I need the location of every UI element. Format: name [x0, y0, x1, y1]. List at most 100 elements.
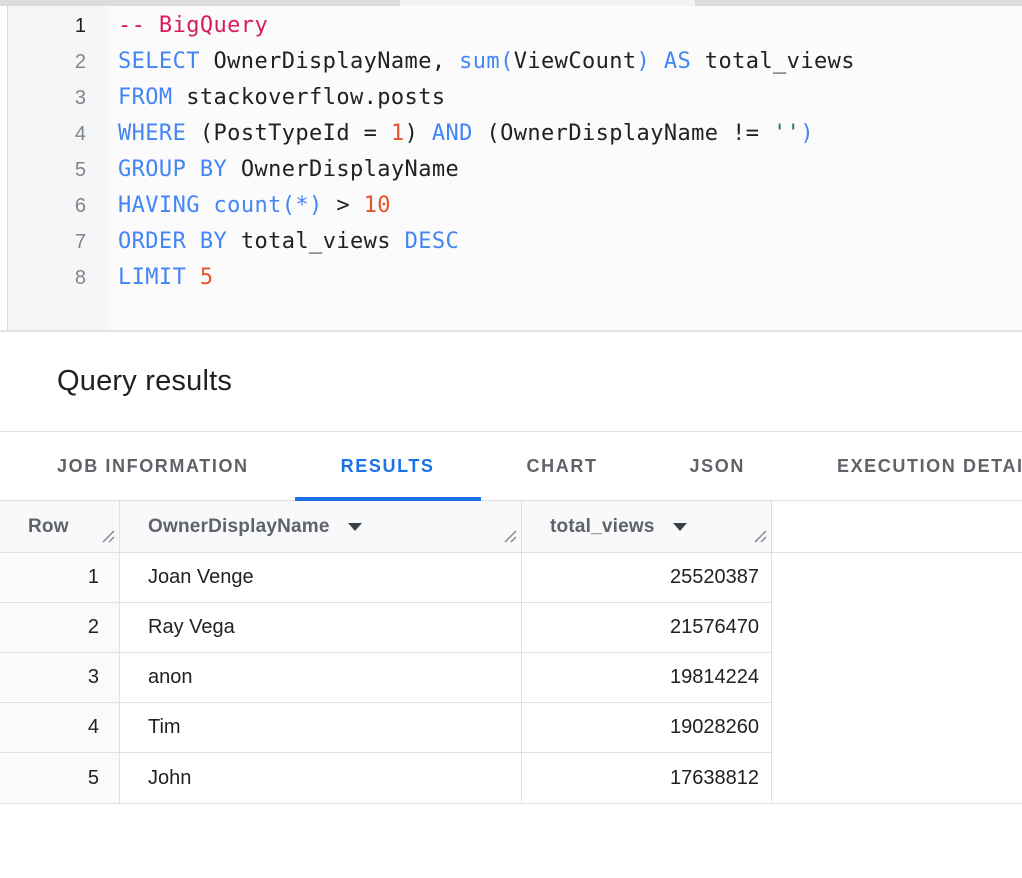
sort-dropdown-icon[interactable]	[673, 523, 687, 531]
editor-left-rail	[0, 6, 8, 330]
code-token: (PostTypeId =	[186, 121, 391, 146]
cell-row-number: 4	[0, 703, 120, 753]
column-header-label: OwnerDisplayName	[148, 516, 330, 538]
code-token: HAVING	[118, 193, 200, 218]
code-token: (OwnerDisplayName !=	[473, 121, 773, 146]
results-table: Row OwnerDisplayName total_views 1Joan Ven…	[0, 501, 1022, 804]
column-header-total_views: total_views	[522, 501, 772, 552]
code-token: LIMIT	[118, 265, 186, 290]
cell-filler	[772, 703, 1022, 753]
code-token: 10	[364, 193, 391, 218]
cell-total-views: 19814224	[522, 653, 772, 703]
code-token: >	[323, 193, 364, 218]
bigquery-panel: 12345678 -- BigQuerySELECT OwnerDisplayN…	[0, 0, 1022, 878]
code-token: AND	[432, 121, 473, 146]
tab-label: CHART	[527, 456, 598, 477]
column-header-ownerdisplayname: OwnerDisplayName	[120, 501, 522, 552]
cell-filler	[772, 553, 1022, 603]
code-token: sum(	[459, 49, 514, 74]
cell-owner-display-name: Tim	[120, 703, 522, 753]
tab-job-information[interactable]: JOB INFORMATION	[11, 432, 295, 500]
cell-row-number: 3	[0, 653, 120, 703]
code-line: ORDER BY total_views DESC	[118, 224, 1022, 260]
column-header-label: Row	[28, 516, 69, 538]
cell-owner-display-name: Joan Venge	[120, 553, 522, 603]
line-number: 6	[8, 188, 86, 224]
code-token: FROM	[118, 85, 173, 110]
code-line: -- BigQuery	[118, 8, 1022, 44]
table-row: 5John17638812	[0, 753, 1022, 803]
tab-results[interactable]: RESULTS	[295, 432, 481, 500]
results-header: Query results	[0, 332, 1022, 432]
cell-owner-display-name: Ray Vega	[120, 603, 522, 653]
code-token: GROUP BY	[118, 157, 227, 182]
cell-filler	[772, 603, 1022, 653]
code-line: WHERE (PostTypeId = 1) AND (OwnerDisplay…	[118, 116, 1022, 152]
line-number: 7	[8, 224, 86, 260]
code-line: GROUP BY OwnerDisplayName	[118, 152, 1022, 188]
code-token: OwnerDisplayName,	[200, 49, 459, 74]
code-token	[200, 193, 214, 218]
line-number: 5	[8, 152, 86, 188]
column-resize-handle-icon[interactable]	[100, 527, 115, 549]
tab-label: JOB INFORMATION	[57, 456, 249, 477]
code-token: )	[405, 121, 432, 146]
cell-owner-display-name: John	[120, 753, 522, 803]
tab-label: EXECUTION DETAILS	[837, 456, 1022, 477]
code-token	[186, 265, 200, 290]
code-token: SELECT	[118, 49, 200, 74]
column-header-row: Row	[0, 501, 120, 552]
page-title: Query results	[57, 365, 232, 398]
code-area[interactable]: -- BigQuery SELECT OwnerDisplayName, sum(…	[108, 6, 1022, 330]
cell-owner-display-name: anon	[120, 653, 522, 703]
cell-filler	[772, 653, 1022, 703]
code-token: stackoverflow.posts	[173, 85, 446, 110]
tab-label: RESULTS	[341, 456, 435, 477]
code-token	[650, 49, 664, 74]
sort-dropdown-icon[interactable]	[348, 523, 362, 531]
tab-execution-details[interactable]: EXECUTION DETAILS	[791, 432, 1022, 500]
cell-total-views: 19028260	[522, 703, 772, 753]
code-token: DESC	[405, 229, 460, 254]
table-header-row: Row OwnerDisplayName total_views	[0, 501, 1022, 553]
table-row: 2Ray Vega21576470	[0, 603, 1022, 653]
code-token: WHERE	[118, 121, 186, 146]
cell-total-views: 21576470	[522, 603, 772, 653]
code-token: OwnerDisplayName	[227, 157, 459, 182]
code-token: total_views	[227, 229, 404, 254]
code-token: ''	[773, 121, 800, 146]
line-number: 1	[8, 8, 86, 44]
cell-total-views: 25520387	[522, 553, 772, 603]
code-token: ViewCount	[514, 49, 637, 74]
code-token: -- BigQuery	[118, 13, 268, 38]
column-resize-handle-icon[interactable]	[752, 527, 767, 549]
table-row: 4Tim19028260	[0, 703, 1022, 753]
cell-filler	[772, 753, 1022, 803]
line-number: 2	[8, 44, 86, 80]
cell-row-number: 1	[0, 553, 120, 603]
cell-row-number: 5	[0, 753, 120, 803]
table-bottom-border	[0, 803, 1022, 804]
table-row: 1Joan Venge25520387	[0, 553, 1022, 603]
cell-row-number: 2	[0, 603, 120, 653]
line-number: 8	[8, 260, 86, 296]
code-token: 1	[391, 121, 405, 146]
tab-json[interactable]: JSON	[644, 432, 791, 500]
column-resize-handle-icon[interactable]	[502, 527, 517, 549]
results-tabbar: JOB INFORMATION RESULTS CHART JSON EXECUTION…	[0, 432, 1022, 501]
table-row: 3anon19814224	[0, 653, 1022, 703]
code-token: )	[800, 121, 814, 146]
code-line: FROM stackoverflow.posts	[118, 80, 1022, 116]
code-token: ORDER BY	[118, 229, 227, 254]
code-line: LIMIT 5	[118, 260, 1022, 296]
table-body: 1Joan Venge255203872Ray Vega215764703ano…	[0, 553, 1022, 803]
tab-label: JSON	[690, 456, 745, 477]
line-number: 4	[8, 116, 86, 152]
code-token: 5	[200, 265, 214, 290]
sql-editor[interactable]: 12345678 -- BigQuerySELECT OwnerDisplayN…	[0, 6, 1022, 332]
code-token: total_views	[691, 49, 855, 74]
line-number: 3	[8, 80, 86, 116]
column-header-label: total_views	[550, 516, 655, 538]
cell-total-views: 17638812	[522, 753, 772, 803]
tab-chart[interactable]: CHART	[481, 432, 644, 500]
